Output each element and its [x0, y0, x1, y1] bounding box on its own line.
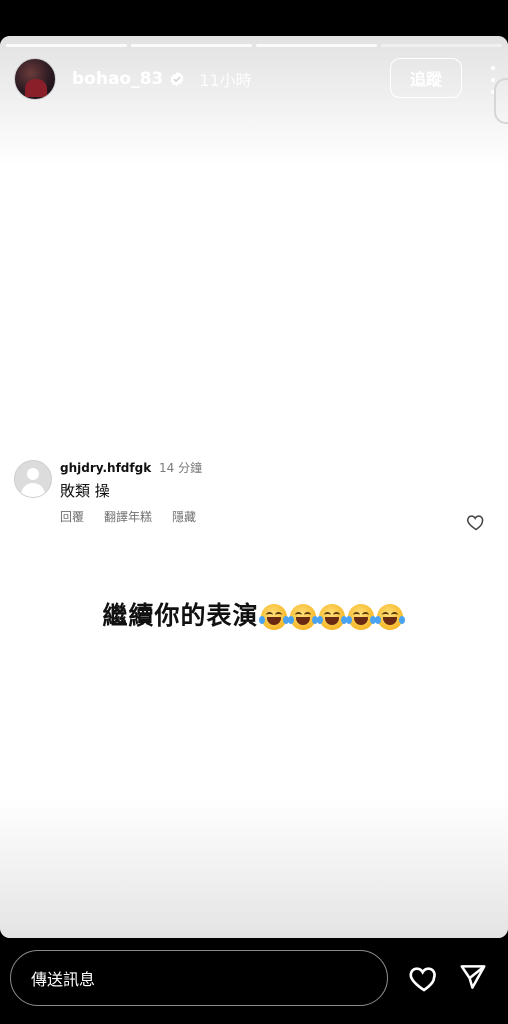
comment-header: ghjdry.hfdfgk 14 分鐘 [60, 459, 202, 476]
comment-actions: 回覆 翻譯年糕 隱藏 [60, 508, 216, 525]
caption-text: 繼續你的表演 [102, 601, 259, 630]
story-card[interactable]: bohao_83 11小時 追蹤 ghjdry.hfdfgk 14 分鐘 敗類 … [0, 36, 508, 938]
story-caption: 繼續你的表演 [0, 596, 508, 632]
top-gradient [0, 36, 508, 166]
progress-segment-3 [256, 44, 377, 47]
avatar[interactable] [14, 58, 56, 100]
story-progress [6, 44, 502, 47]
comment-heart-icon [467, 515, 484, 531]
tears-of-joy-emoji-icon [287, 604, 318, 630]
message-placeholder: 傳送訊息 [31, 970, 96, 989]
tears-of-joy-emoji-icon [316, 604, 347, 630]
story-header: bohao_83 11小時 追蹤 [14, 58, 508, 100]
username[interactable]: bohao_83 [72, 69, 163, 89]
edge-handle[interactable] [494, 78, 508, 124]
story-time: 11小時 [199, 71, 252, 90]
caption-emojis [258, 604, 406, 630]
tears-of-joy-emoji-icon [345, 604, 376, 630]
comment-translate: 翻譯年糕 [104, 510, 153, 524]
bottom-gradient [0, 798, 508, 938]
tears-of-joy-emoji-icon [374, 604, 405, 630]
heart-icon[interactable] [408, 962, 440, 994]
follow-button[interactable]: 追蹤 [390, 58, 462, 98]
progress-segment-1 [6, 44, 127, 47]
tears-of-joy-emoji-icon [258, 604, 289, 630]
progress-segment-4 [381, 44, 502, 47]
comment-hide: 隱藏 [172, 510, 197, 524]
message-input[interactable]: 傳送訊息 [10, 950, 388, 1006]
comment-reply: 回覆 [60, 510, 85, 524]
send-icon[interactable] [458, 962, 488, 992]
comment-time: 14 分鐘 [159, 461, 203, 475]
comment-text: 敗類 操 [60, 482, 110, 500]
comment-username: ghjdry.hfdfgk [60, 461, 152, 475]
verified-badge-icon [170, 71, 184, 87]
progress-segment-2 [131, 44, 252, 47]
comment-avatar-icon [14, 460, 52, 498]
